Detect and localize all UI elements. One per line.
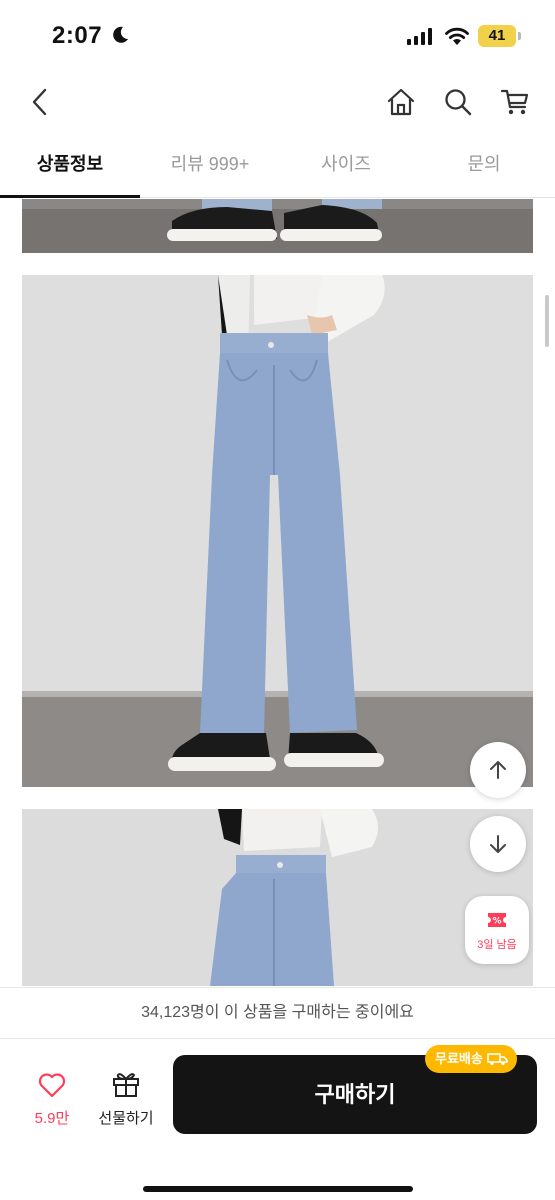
home-icon xyxy=(387,88,415,116)
truck-icon xyxy=(487,1053,508,1066)
product-tabs: 상품정보 리뷰 999+ 사이즈 문의 xyxy=(0,134,555,198)
gift-icon xyxy=(113,1073,139,1097)
coupon-icon: % xyxy=(488,913,506,927)
free-shipping-label: 무료배송 xyxy=(435,1051,483,1066)
battery-indicator: 41 xyxy=(478,25,516,47)
coupon-button[interactable]: % 3일 남음 xyxy=(465,896,529,964)
moon-icon xyxy=(113,26,128,43)
product-photo-3 xyxy=(22,809,533,986)
cart-button[interactable] xyxy=(495,82,535,122)
purchase-activity-notice: 34,123명이 이 상품을 구매하는 중이에요 xyxy=(0,987,555,1039)
status-bar: 2:07 41 xyxy=(0,0,555,72)
bottom-action-bar: 5.9만 선물하기 구매하기 무료배송 xyxy=(0,1040,555,1200)
scroll-down-button[interactable] xyxy=(470,816,526,872)
search-icon xyxy=(445,89,472,116)
scrollbar[interactable] xyxy=(545,295,549,347)
wifi-icon xyxy=(445,27,469,45)
battery-tip xyxy=(518,32,521,40)
gift-button[interactable]: 선물하기 xyxy=(92,1070,160,1128)
active-tab-indicator xyxy=(0,195,140,198)
back-button[interactable] xyxy=(20,82,60,122)
status-time: 2:07 xyxy=(52,22,103,49)
free-shipping-badge: 무료배송 xyxy=(425,1045,517,1073)
tab-inquiry[interactable]: 문의 xyxy=(414,134,554,198)
heart-icon xyxy=(38,1073,66,1098)
like-count: 5.9만 xyxy=(34,1110,70,1127)
back-icon xyxy=(32,88,47,116)
tab-size[interactable]: 사이즈 xyxy=(276,134,416,198)
scroll-up-button[interactable] xyxy=(470,742,526,798)
cart-icon xyxy=(500,89,529,115)
arrow-up-icon xyxy=(490,761,506,779)
top-navigation xyxy=(0,72,555,134)
arrow-down-icon xyxy=(490,835,506,853)
home-indicator xyxy=(143,1186,413,1192)
product-photo-2 xyxy=(22,275,533,787)
like-button[interactable]: 5.9만 xyxy=(22,1072,82,1128)
coupon-remaining-label: 3일 남음 xyxy=(477,939,517,951)
cellular-signal-icon xyxy=(407,28,432,45)
home-button[interactable] xyxy=(381,82,421,122)
search-button[interactable] xyxy=(438,82,478,122)
tab-product-info[interactable]: 상품정보 xyxy=(0,134,140,198)
svg-text:%: % xyxy=(492,917,501,927)
gift-label: 선물하기 xyxy=(98,1110,154,1127)
tab-reviews[interactable]: 리뷰 999+ xyxy=(140,134,280,198)
product-detail-content: % 3일 남음 xyxy=(0,199,555,986)
product-photo-1 xyxy=(22,199,533,253)
